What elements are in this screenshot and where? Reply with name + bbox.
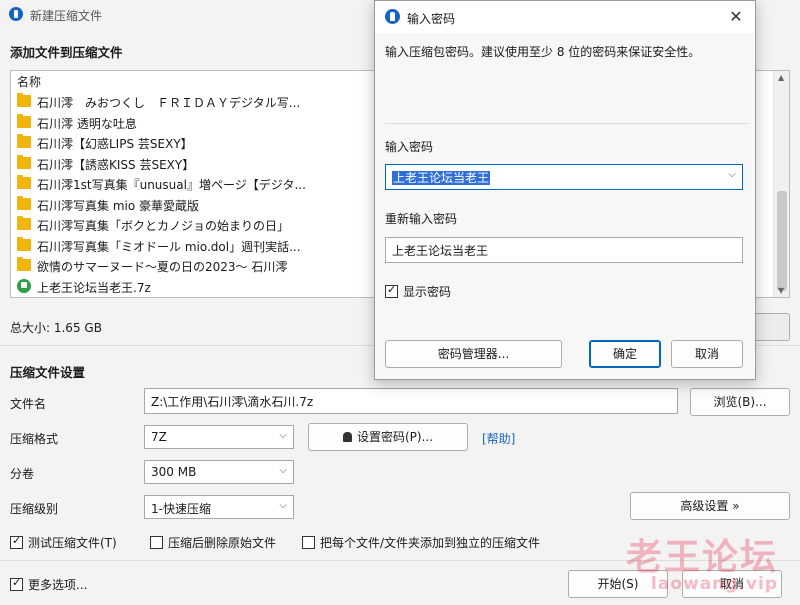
list-item-name: 石川澪【誘惑KISS 芸SEXY】	[37, 157, 195, 172]
archive-icon	[17, 278, 31, 293]
delete-after-checkbox[interactable]: 压缩后删除原始文件	[150, 534, 276, 551]
level-select[interactable]: 1-快速压缩 ⌵	[144, 495, 294, 519]
split-label: 分卷	[10, 467, 35, 481]
help-link[interactable]: [帮助]	[482, 430, 515, 447]
password-value: 上老王论坛当老王	[392, 171, 491, 185]
dialog-description: 输入压缩包密码。建议使用至少 8 位的密码来保证安全性。	[385, 45, 701, 59]
list-item[interactable]: 石川澪1st写真集『unusual』増ページ【デジタ...1	[17, 174, 397, 194]
list-scrollbar[interactable]: ▲ ▼	[773, 71, 789, 297]
list-item[interactable]: 石川澪写真集「ボクとカノジョの始まりの日」6	[17, 215, 397, 235]
list-item[interactable]: 石川澪写真集 mio 豪華愛蔵版1	[17, 195, 397, 215]
list-item-name: 石川澪【幻惑LIPS 芸SEXY】	[37, 137, 193, 151]
folder-icon	[17, 175, 31, 189]
folder-icon	[17, 236, 31, 251]
folder-icon	[17, 93, 31, 107]
folder-icon	[17, 113, 31, 128]
reenter-label: 重新输入密码	[385, 212, 458, 226]
list-item-name: 石川澪写真集 mio 豪華愛蔵版	[37, 198, 199, 213]
list-item-name: 石川澪1st写真集『unusual』増ページ【デジタ...	[37, 178, 306, 192]
more-options-label: 更多选项...	[28, 578, 88, 592]
each-separate-label: 把每个文件/文件夹添加到独立的压缩文件	[320, 536, 541, 550]
format-label: 压缩格式	[10, 432, 59, 446]
format-value: 7Z	[151, 430, 167, 444]
filename-label: 文件名	[10, 397, 47, 411]
dialog-title: 输入密码	[407, 12, 456, 26]
format-select[interactable]: 7Z ⌵	[144, 425, 294, 449]
split-select[interactable]: 300 MB ⌵	[144, 460, 294, 484]
set-password-button[interactable]: 设置密码(P)...	[308, 423, 468, 451]
checkbox-checked-icon[interactable]	[10, 576, 23, 591]
column-header-name[interactable]: 名称	[17, 73, 41, 90]
list-item-name: 石川澪写真集「ボクとカノジョの始まりの日」	[37, 219, 290, 233]
more-options-checkbox[interactable]: 更多选项...	[10, 576, 87, 593]
folder-icon	[17, 216, 31, 230]
split-value: 300 MB	[151, 465, 197, 479]
list-item-name: 石川澪写真集「ミオドール mio.dol」週刊実話...	[37, 239, 301, 254]
chevron-down-icon[interactable]: ⌵	[728, 169, 736, 180]
each-separate-checkbox[interactable]: 把每个文件/文件夹添加到独立的压缩文件	[302, 534, 540, 551]
browse-button[interactable]: 浏览(B)...	[690, 388, 790, 416]
level-value: 1-快速压缩	[151, 502, 211, 516]
level-label: 压缩级别	[10, 502, 59, 516]
show-password-checkbox[interactable]: 显示密码	[385, 283, 451, 300]
folder-icon	[17, 195, 31, 210]
password-input[interactable]: 上老王论坛当老王 ⌵	[385, 164, 743, 190]
checkbox-unchecked-icon[interactable]	[302, 536, 315, 549]
password-label: 输入密码	[385, 140, 434, 154]
reenter-password-input[interactable]: 上老王论坛当老王	[385, 237, 743, 263]
settings-heading: 压缩文件设置	[10, 365, 86, 380]
list-item[interactable]: 上老王论坛当老王.7z2	[17, 277, 397, 297]
add-files-heading: 添加文件到压缩文件	[10, 45, 123, 60]
watermark-url: laowang.vip	[651, 574, 778, 594]
app-icon	[8, 6, 24, 22]
set-password-label: 设置密码(P)...	[356, 430, 434, 444]
list-item-name: 石川澪 みおつくし ＦＲＩＤＡＹデジタル写...	[37, 96, 301, 110]
scroll-up-icon[interactable]: ▲	[778, 73, 784, 82]
app-icon	[385, 9, 400, 24]
test-archive-label: 测试压缩文件(T)	[28, 536, 117, 550]
checkbox-unchecked-icon[interactable]	[150, 536, 163, 549]
test-archive-checkbox[interactable]: 测试压缩文件(T)	[10, 534, 117, 551]
watermark-text: 老王论坛	[625, 537, 778, 578]
folder-icon	[17, 134, 31, 148]
dialog-title-bar: 输入密码 ✕	[375, 1, 755, 33]
chevron-down-icon: ⌵	[279, 430, 287, 441]
checkbox-checked-icon[interactable]	[10, 534, 23, 549]
password-manager-button[interactable]: 密码管理器...	[385, 340, 562, 368]
scroll-thumb[interactable]	[777, 191, 787, 291]
list-item[interactable]: 石川澪【誘惑KISS 芸SEXY】2	[17, 154, 397, 174]
window-title: 新建压缩文件	[30, 9, 103, 23]
folder-icon	[17, 154, 31, 169]
dialog-cancel-button[interactable]: 取消	[671, 340, 743, 368]
list-item[interactable]: 石川澪【幻惑LIPS 芸SEXY】2	[17, 133, 397, 153]
list-item-name: 欲情のサマーヌード～夏の日の2023～ 石川澪	[37, 260, 288, 274]
folder-icon	[17, 257, 31, 271]
scroll-down-icon[interactable]: ▼	[778, 286, 784, 295]
list-item[interactable]: 石川澪 透明な吐息2	[17, 113, 397, 133]
remove-button[interactable]	[752, 313, 790, 341]
ok-button[interactable]: 确定	[589, 340, 661, 368]
total-size: 总大小: 1.65 GB	[10, 321, 102, 335]
close-icon[interactable]: ✕	[717, 1, 755, 33]
list-item[interactable]: 石川澪 みおつくし ＦＲＩＤＡＹデジタル写...2	[17, 92, 397, 112]
delete-after-label: 压缩后删除原始文件	[168, 536, 277, 550]
chevron-down-icon: ⌵	[279, 500, 287, 511]
password-dialog: 输入密码 ✕ 输入压缩包密码。建议使用至少 8 位的密码来保证安全性。 输入密码…	[374, 0, 756, 380]
checkbox-checked-icon[interactable]	[385, 283, 398, 298]
chevron-down-icon: ⌵	[279, 465, 287, 476]
filename-input[interactable]: Z:\工作用\石川澪\滴水石川.7z	[144, 388, 678, 414]
advanced-settings-button[interactable]: 高级设置 »	[630, 492, 790, 520]
lock-icon	[342, 432, 352, 442]
list-item-name: 石川澪 透明な吐息	[37, 116, 137, 131]
list-item[interactable]: 石川澪写真集「ミオドール mio.dol」週刊実話...1	[17, 236, 397, 256]
divider	[385, 123, 749, 124]
show-password-label: 显示密码	[403, 285, 452, 299]
list-item-name: 上老王论坛当老王.7z	[37, 280, 151, 295]
list-item[interactable]: 欲情のサマーヌード～夏の日の2023～ 石川澪2	[17, 256, 397, 276]
